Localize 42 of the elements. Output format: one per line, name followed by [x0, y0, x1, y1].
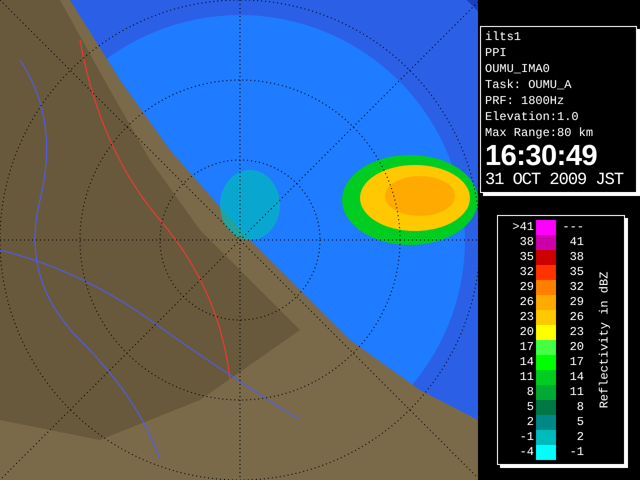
legend-high-value: 29: [568, 295, 584, 310]
info-text: ilts1: [485, 29, 522, 45]
legend-high-value: 38: [568, 250, 584, 265]
legend-high-value: 41: [568, 235, 584, 250]
date-text: 31 OCT 2009 JST: [485, 171, 624, 191]
legend-low-value: -4: [518, 445, 535, 460]
legend-high-value: 17: [568, 355, 584, 370]
legend-low-value: 32: [518, 265, 535, 280]
info-text: Max Range:80 km: [485, 125, 594, 141]
legend-low-value: 29: [518, 280, 535, 295]
legend-high-value: 8: [576, 400, 584, 415]
legend-low-value: 2: [526, 415, 535, 430]
legend-low-value: >41: [511, 220, 535, 235]
legend-high-value: 5: [576, 415, 584, 430]
legend-high-value: 2: [576, 430, 584, 445]
info-text: Elevation:1.0: [485, 109, 580, 125]
time-text: 16:30:49: [485, 141, 598, 171]
legend-low-value: 17: [518, 340, 535, 355]
legend-low-value: 26: [518, 295, 535, 310]
legend-low-value: 38: [518, 235, 535, 250]
legend-high-value: 11: [568, 385, 584, 400]
legend-high-value: -1: [568, 445, 584, 460]
info-text: PRF: 1800Hz: [485, 93, 566, 109]
legend-low-value: 8: [526, 385, 535, 400]
legend-low-value: 23: [518, 310, 535, 325]
legend-low-value: 5: [526, 400, 535, 415]
info-text: PPI: [485, 45, 508, 61]
info-text: Task: OUMU_A: [485, 77, 572, 93]
legend-low-value: 14: [518, 355, 535, 370]
legend-low-value: 35: [518, 250, 535, 265]
legend-high-value: 35: [568, 265, 584, 280]
legend-high-value: 32: [568, 280, 584, 295]
legend-title: Reflectivity in dBZ: [596, 272, 612, 408]
legend-high-value: ---: [561, 220, 584, 235]
legend-low-value: 20: [518, 325, 535, 340]
legend-high-value: 14: [568, 370, 584, 385]
legend-low-value: 11: [518, 370, 535, 385]
legend-high-value: 23: [568, 325, 584, 340]
info-text: OUMU_IMA0: [485, 61, 551, 77]
legend-high-value: 20: [568, 340, 584, 355]
legend-low-value: -1: [518, 430, 535, 445]
legend-high-value: 26: [568, 310, 584, 325]
